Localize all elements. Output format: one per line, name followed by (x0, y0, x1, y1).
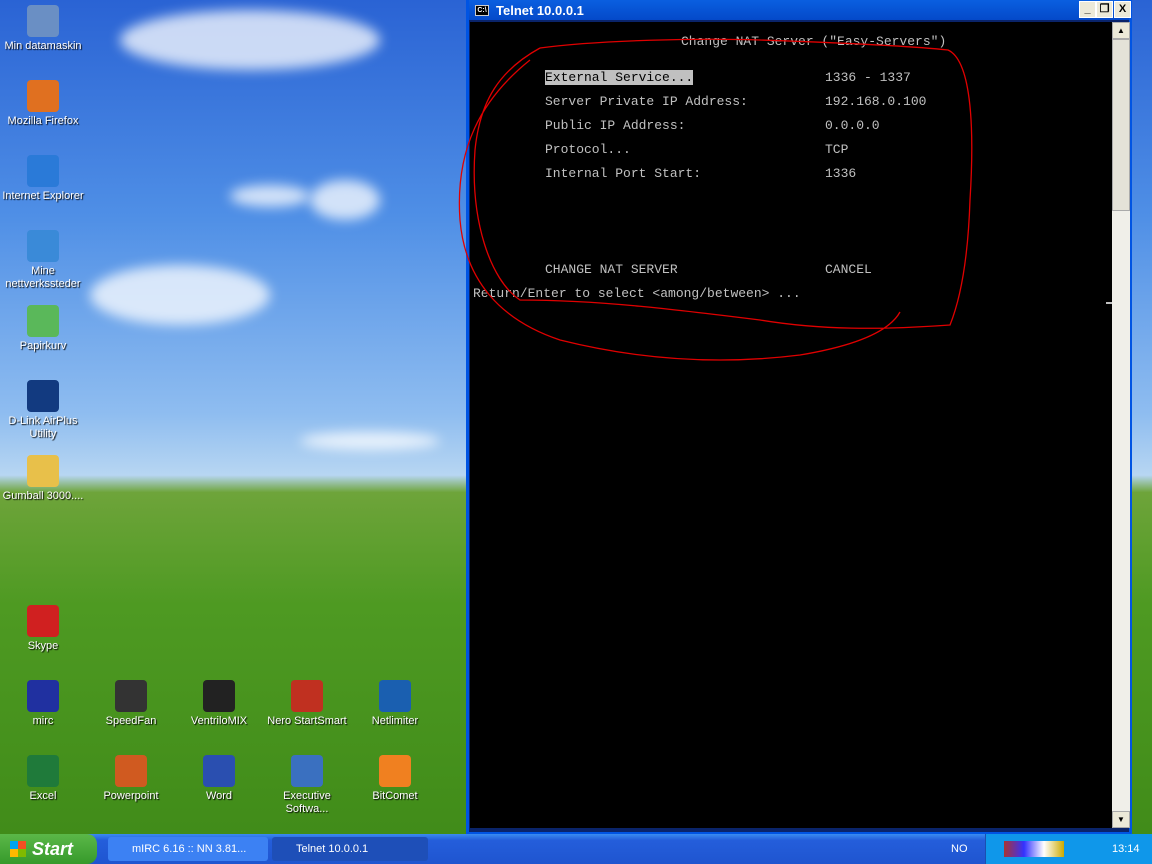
language-indicator[interactable]: NO (951, 843, 968, 855)
start-button[interactable]: Start (0, 834, 97, 864)
taskbar-item-mirc[interactable]: mIRC 6.16 :: NN 3.81... (108, 837, 268, 861)
windows-logo-icon (10, 841, 26, 857)
red-annotation-circle (458, 38, 973, 361)
task-label: Telnet 10.0.0.1 (296, 843, 369, 855)
taskbar-item-telnet[interactable]: Telnet 10.0.0.1 (272, 837, 428, 861)
task-label: mIRC 6.16 :: NN 3.81... (132, 843, 247, 855)
system-tray: 13:14 (985, 834, 1152, 864)
tray-icons[interactable] (1004, 841, 1064, 857)
start-label: Start (32, 839, 74, 859)
clock[interactable]: 13:14 (1112, 834, 1140, 864)
taskbar: Start mIRC 6.16 :: NN 3.81... Telnet 10.… (0, 834, 1152, 864)
